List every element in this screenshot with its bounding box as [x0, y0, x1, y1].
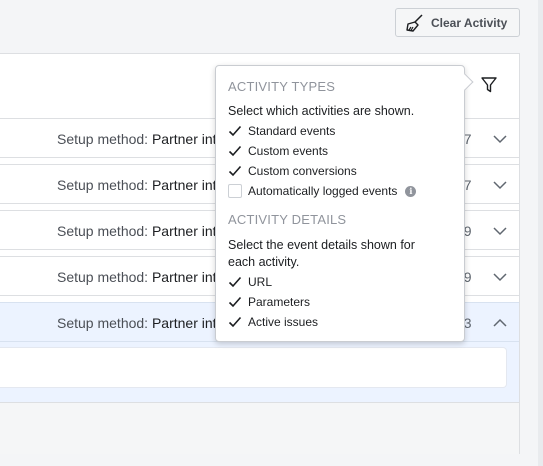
chevron-down-icon[interactable]: [492, 132, 508, 146]
option-active-issues[interactable]: Active issues: [228, 314, 318, 330]
option-label: Active issues: [248, 315, 319, 329]
option-label: Standard events: [248, 124, 336, 138]
filter-icon: [481, 77, 497, 93]
setup-method-text: Setup method: Partner int: [57, 131, 217, 147]
setup-method-label: Setup method:: [57, 223, 152, 239]
panel-footer: [0, 402, 519, 454]
option-label: Custom conversions: [248, 164, 357, 178]
setup-method-value: Partner int: [151, 315, 217, 331]
setup-method-text: Setup method: Partner int: [57, 223, 217, 239]
option-standard-events[interactable]: Standard events: [228, 123, 335, 139]
check-icon[interactable]: [228, 164, 242, 178]
setup-method-text: Setup method: Partner int: [57, 177, 217, 193]
activity-types-title: ACTIVITY TYPES: [228, 79, 336, 94]
setup-method-value: Partner int: [151, 177, 217, 193]
option-url[interactable]: URL: [228, 274, 272, 290]
chevron-up-icon[interactable]: [492, 316, 508, 330]
option-label: URL: [248, 275, 273, 289]
info-icon[interactable]: i: [405, 185, 417, 197]
setup-method-value: Partner int: [151, 223, 217, 239]
option-automatically-logged-events[interactable]: Automatically logged events i: [228, 183, 417, 199]
activity-filter-popover: ACTIVITY TYPES Select which activities a…: [215, 65, 474, 342]
broom-icon: [406, 13, 423, 32]
option-label: Parameters: [248, 295, 311, 309]
filter-button[interactable]: [476, 72, 502, 98]
check-icon[interactable]: [228, 124, 242, 138]
option-parameters[interactable]: Parameters: [228, 294, 310, 310]
option-label: Custom events: [248, 144, 329, 158]
check-icon[interactable]: [228, 315, 242, 329]
check-icon[interactable]: [228, 295, 242, 309]
event-detail-box: [0, 347, 507, 388]
chevron-down-icon[interactable]: [492, 270, 508, 284]
option-custom-conversions[interactable]: Custom conversions: [228, 163, 357, 179]
setup-method-text: Setup method: Partner int: [57, 315, 217, 331]
setup-method-label: Setup method:: [57, 269, 152, 285]
option-label: Automatically logged events: [248, 184, 398, 198]
activity-types-description: Select which activities are shown.: [228, 104, 415, 118]
setup-method-label: Setup method:: [57, 315, 152, 331]
chevron-down-icon[interactable]: [492, 224, 508, 238]
check-icon[interactable]: [228, 144, 242, 158]
setup-method-text: Setup method: Partner int: [57, 269, 217, 285]
activity-details-description: Select the event details shown for each …: [228, 238, 415, 269]
setup-method-label: Setup method:: [57, 177, 152, 193]
setup-method-label: Setup method:: [57, 131, 152, 147]
page-scrollbar[interactable]: [538, 0, 543, 466]
chevron-down-icon[interactable]: [492, 178, 508, 192]
check-icon[interactable]: [228, 275, 242, 289]
option-custom-events[interactable]: Custom events: [228, 143, 328, 159]
empty-checkbox[interactable]: [228, 184, 242, 198]
activity-details-title: ACTIVITY DETAILS: [228, 212, 347, 227]
setup-method-value: Partner int: [151, 131, 217, 147]
clear-activity-label: Clear Activity: [431, 15, 508, 30]
clear-activity-button[interactable]: Clear Activity: [395, 8, 520, 37]
setup-method-value: Partner int: [151, 269, 217, 285]
